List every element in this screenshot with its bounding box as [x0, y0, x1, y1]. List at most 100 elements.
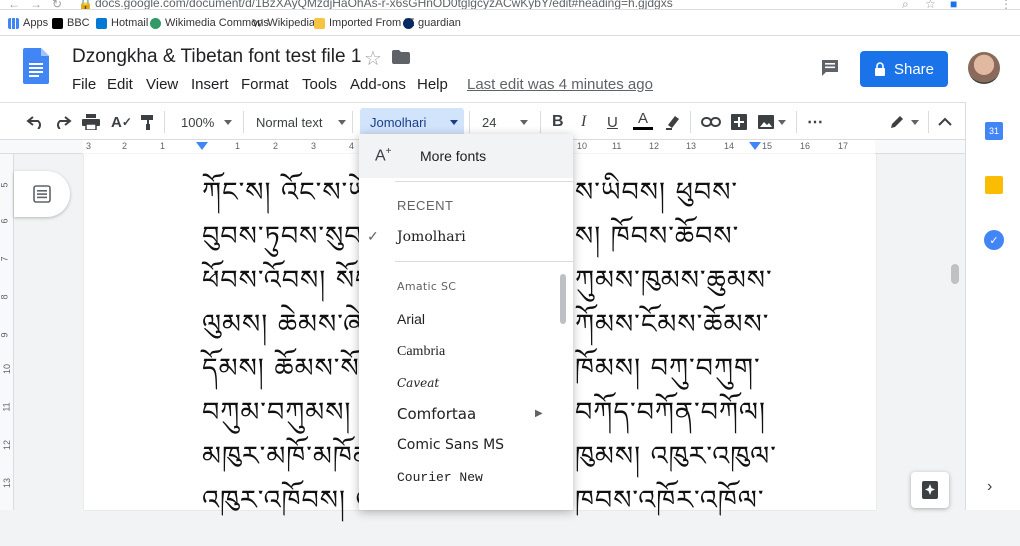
font-dropdown-menu: A+ More fonts RECENT ✓ Jomolhari Amatic …	[359, 134, 573, 510]
star-icon[interactable]: ☆	[364, 46, 382, 71]
more-icon[interactable]: ⋯	[807, 112, 823, 132]
bookmark-apps[interactable]: Apps	[8, 16, 48, 30]
forward-icon[interactable]: →	[30, 0, 42, 9]
chevron-right-icon[interactable]: ›	[987, 478, 992, 496]
menu-scrollbar[interactable]	[560, 274, 566, 324]
menu-view[interactable]: View	[146, 76, 178, 93]
tasks-icon[interactable]: ✓	[984, 230, 1004, 250]
reload-icon[interactable]: ↻	[52, 0, 62, 9]
extension-icon[interactable]: ■	[950, 0, 957, 9]
menu-addons[interactable]: Add-ons	[350, 76, 406, 93]
ruler-number: 12	[2, 439, 13, 451]
menu-tools[interactable]: Tools	[302, 76, 337, 93]
lock-icon	[874, 62, 885, 76]
bookmark-hotmail[interactable]: Hotmail	[96, 16, 148, 30]
menu-format[interactable]: Format	[241, 76, 289, 93]
ruler-number: 9	[0, 332, 10, 338]
bookmark-wikipedia[interactable]: W Wikipedia	[252, 16, 315, 30]
highlight-icon[interactable]	[665, 112, 681, 132]
calendar-icon[interactable]: 31	[985, 122, 1003, 140]
vertical-ruler[interactable]: 5 6 7 8 9 10 11 12 13	[0, 154, 14, 510]
right-indent-marker-icon[interactable]	[749, 142, 761, 150]
menu-help[interactable]: Help	[417, 76, 448, 93]
undo-icon[interactable]	[26, 112, 44, 132]
bookmark-bbc[interactable]: BBC	[52, 16, 90, 30]
divider	[395, 181, 573, 182]
collapse-icon[interactable]	[938, 112, 952, 132]
folder-icon	[314, 17, 325, 29]
zoom-icon[interactable]: ⌕	[902, 0, 909, 9]
ruler-number: 1	[160, 141, 166, 151]
document-outline-button[interactable]	[14, 171, 70, 217]
lock-icon: 🔒	[78, 0, 93, 10]
font-option-courier-new[interactable]: Courier New	[397, 470, 483, 485]
browser-menu-icon[interactable]: ⋮	[1000, 0, 1012, 9]
check-icon: ✓	[367, 228, 379, 244]
bookmarks-bar: Apps BBC Hotmail Wikimedia Commons W Wik…	[0, 10, 1020, 36]
font-option-arial[interactable]: Arial	[397, 311, 425, 327]
ruler-number: 1	[235, 141, 241, 151]
style-value: Normal text	[256, 114, 323, 130]
vertical-scrollbar[interactable]	[951, 264, 959, 284]
underline-icon[interactable]: U	[607, 112, 618, 132]
ruler-number: 4	[349, 141, 355, 151]
font-option-amatic-sc[interactable]: Amatic SC	[397, 280, 456, 293]
font-select[interactable]: Jomolhari	[360, 108, 464, 136]
share-button[interactable]: Share	[860, 51, 948, 87]
share-label: Share	[893, 60, 935, 78]
bold-icon[interactable]: B	[552, 112, 564, 132]
folder-icon[interactable]	[392, 50, 410, 64]
editing-mode-icon[interactable]	[889, 112, 919, 132]
redo-icon[interactable]	[54, 112, 72, 132]
bookmark-imported[interactable]: Imported From IE	[314, 16, 415, 30]
spellcheck-icon[interactable]: A ✓	[111, 112, 132, 132]
url-text[interactable]: docs.google.com/document/d/1BzXAyQMzdjHa…	[95, 0, 673, 9]
menu-file[interactable]: File	[72, 76, 96, 93]
ruler-number: 3	[311, 141, 317, 151]
chevron-down-icon	[520, 119, 529, 125]
docs-logo-icon[interactable]	[23, 48, 49, 84]
last-edit-link[interactable]: Last edit was 4 minutes ago	[467, 76, 653, 93]
insert-comment-icon[interactable]	[731, 112, 747, 132]
keep-icon[interactable]	[985, 176, 1003, 194]
avatar[interactable]	[968, 52, 1000, 84]
font-option-comic-sans[interactable]: Comic Sans MS	[397, 437, 504, 453]
ruler-number: 14	[724, 141, 735, 151]
paint-format-icon[interactable]	[140, 112, 156, 132]
document-line[interactable]: འཁུར་འཁོབས། འ	[202, 470, 374, 546]
font-option-jomolhari[interactable]: Jomolhari	[397, 229, 466, 245]
ruler-number: 10	[577, 141, 588, 151]
ruler-number: 11	[612, 141, 622, 151]
more-fonts-label: More fonts	[420, 148, 487, 164]
insert-image-icon[interactable]	[758, 112, 786, 132]
menu-insert[interactable]: Insert	[191, 76, 229, 93]
ruler-number: 13	[686, 141, 697, 151]
font-size-select[interactable]: 24	[482, 112, 529, 132]
bookmark-guardian[interactable]: guardian	[403, 16, 461, 30]
document-line[interactable]: ཁབས་འཁོར་འཁོལ་	[575, 470, 765, 546]
comments-icon[interactable]	[820, 58, 840, 78]
font-option-comfortaa[interactable]: Comfortaa	[397, 405, 476, 423]
text-color-icon[interactable]: A	[633, 111, 653, 132]
italic-icon[interactable]: I	[581, 112, 586, 132]
menu-edit[interactable]: Edit	[107, 76, 133, 93]
style-select[interactable]: Normal text	[256, 112, 347, 132]
star-icon[interactable]: ☆	[925, 0, 936, 9]
back-icon[interactable]: ←	[8, 0, 20, 9]
ruler-number: 5	[0, 182, 10, 188]
font-option-caveat[interactable]: Caveat	[397, 376, 439, 390]
left-indent-marker-icon[interactable]	[196, 142, 208, 150]
outline-icon	[33, 185, 51, 203]
more-fonts-item[interactable]: A+ More fonts	[359, 134, 573, 178]
address-bar[interactable]: ← → ↻ 🔒 docs.google.com/document/d/1BzXA…	[0, 0, 1020, 10]
link-icon[interactable]	[701, 112, 721, 132]
bbc-icon	[52, 17, 63, 29]
font-option-cambria[interactable]: Cambria	[397, 344, 445, 360]
explore-button[interactable]	[911, 472, 949, 508]
zoom-select[interactable]: 100%	[181, 112, 233, 132]
document-title[interactable]: Dzongkha & Tibetan font test file 1	[72, 46, 361, 68]
submenu-arrow-icon: ▶	[535, 408, 543, 419]
recent-heading: RECENT	[397, 198, 454, 213]
print-icon[interactable]	[82, 112, 100, 132]
ruler-number: 7	[0, 256, 10, 262]
